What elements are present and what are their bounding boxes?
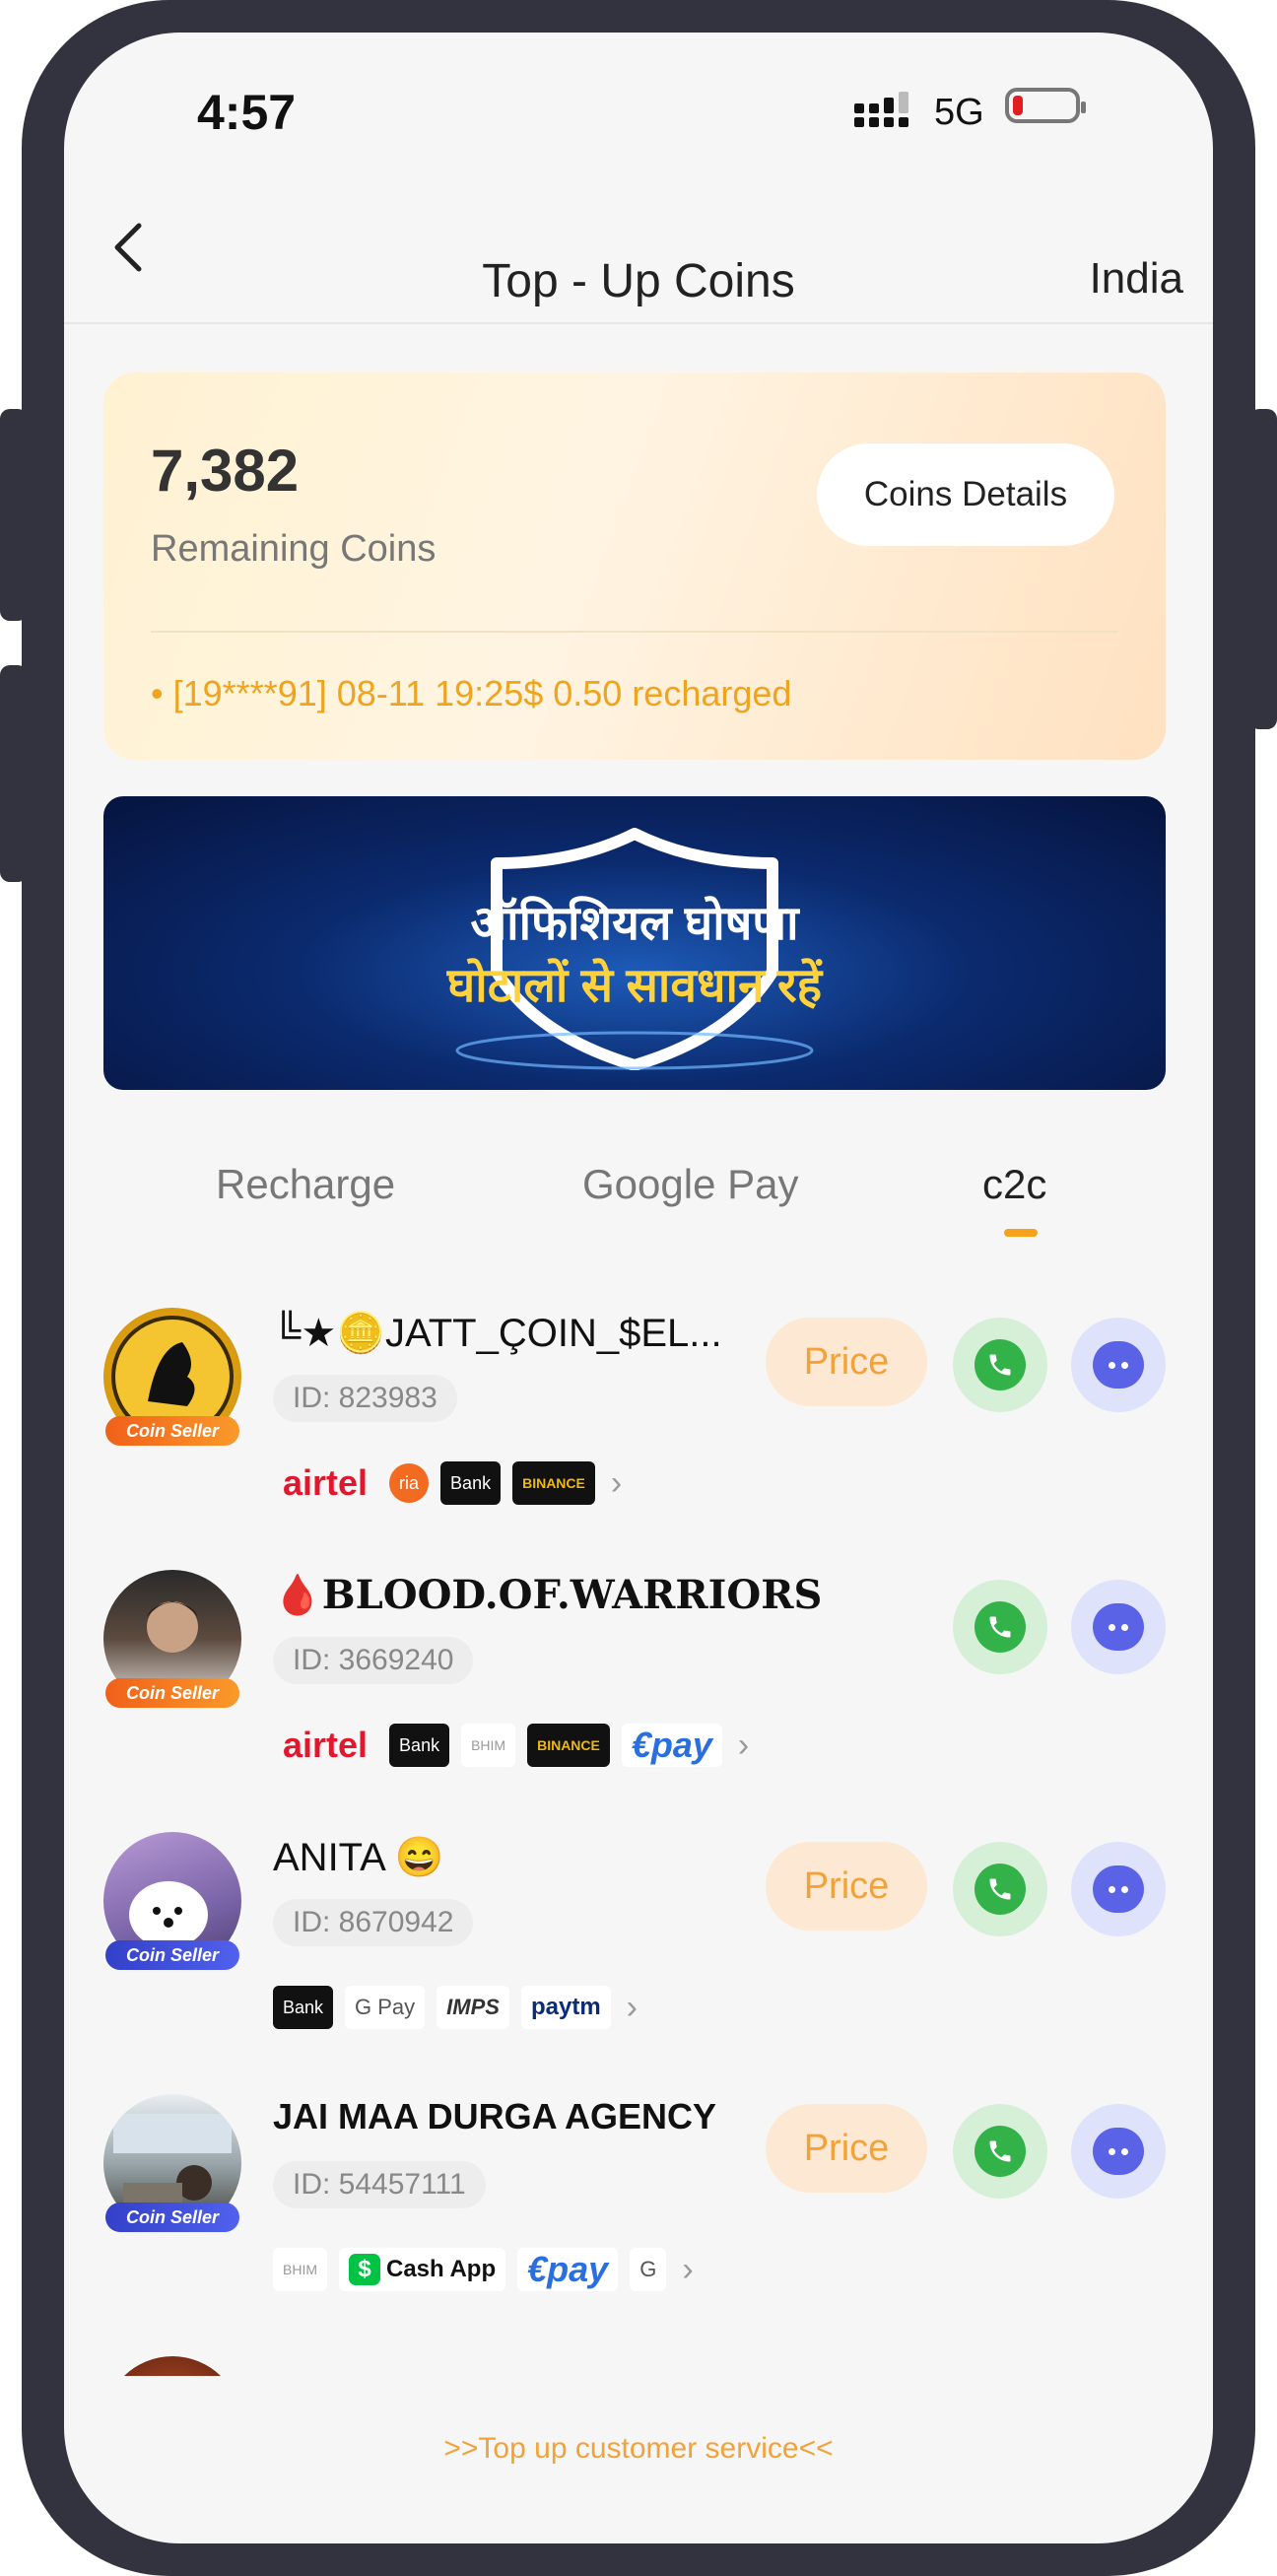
price-button[interactable]: Price — [766, 1842, 927, 1931]
payment-method: €pay — [517, 2248, 619, 2291]
payment-methods: airtel ria Bank BINANCE › — [273, 1457, 622, 1509]
payment-methods: BHIM $ Cash App €pay G › — [273, 2244, 694, 2295]
phone-icon — [975, 2126, 1026, 2177]
region-selector[interactable]: India — [1090, 254, 1183, 304]
remaining-coins-label: Remaining Coins — [151, 528, 437, 570]
seller-id: ID: 54457111 — [273, 2161, 486, 2208]
payment-method-label: Cash App — [386, 2256, 497, 2282]
payment-method: airtel — [283, 1462, 369, 1503]
seller-id: ID: 8670942 — [273, 1899, 474, 1946]
payment-method: BHIM — [273, 2248, 327, 2291]
chevron-right-icon[interactable]: › — [738, 1727, 749, 1765]
customer-service-link[interactable]: >>Top up customer service<< — [64, 2432, 1213, 2466]
seller-id: ID: 3669240 — [273, 1637, 474, 1684]
seller-name: 🩸BLOOD.OF.WARRIORS — [273, 1572, 823, 1618]
seller-card[interactable]: Coin Seller JAI MAA DURGA AGENCY ID: 544… — [64, 2094, 1213, 2356]
call-button[interactable] — [953, 1842, 1047, 1936]
phone-icon — [975, 1864, 1026, 1915]
phone-icon — [975, 1601, 1026, 1653]
recharge-notice: • [19****91] 08-11 19:25$ 0.50 recharged — [151, 673, 792, 713]
chevron-right-icon[interactable]: › — [611, 1464, 622, 1503]
coins-details-button[interactable]: Coins Details — [817, 443, 1114, 546]
chat-button[interactable] — [1071, 1842, 1166, 1936]
seller-name: JAI MAA DURGA AGENCY — [273, 2096, 717, 2136]
tab-recharge[interactable]: Recharge — [216, 1161, 395, 1208]
payment-method: $ Cash App — [339, 2248, 506, 2291]
battery-icon — [1005, 88, 1086, 123]
coin-seller-badge: Coin Seller — [105, 1940, 239, 1970]
price-button[interactable]: Price — [766, 1318, 927, 1406]
payment-method: G — [630, 2248, 667, 2291]
price-button[interactable]: Price — [766, 2104, 927, 2193]
payment-method: Bank — [273, 1986, 334, 2029]
signal-icon — [854, 92, 908, 127]
payment-method: airtel — [283, 1725, 369, 1765]
call-button[interactable] — [953, 1318, 1047, 1412]
call-button[interactable] — [953, 1580, 1047, 1674]
call-button[interactable] — [953, 2104, 1047, 2199]
tab-c2c[interactable]: c2c — [982, 1161, 1046, 1208]
page-title: Top - Up Coins — [482, 255, 795, 307]
chat-icon — [1093, 1865, 1144, 1913]
chat-icon — [1093, 2128, 1144, 2175]
scam-warning-banner[interactable]: ऑफिशियल घोषणा घोटालों से सावधान रहें — [103, 796, 1166, 1090]
header-divider — [64, 322, 1213, 324]
payment-methods: airtel Bank BHIM BINANCE €pay › — [273, 1720, 749, 1771]
seller-name: ╚★🪙JATT_ÇOIN_$EL... — [273, 1312, 722, 1355]
seller-id: ID: 823983 — [273, 1375, 457, 1422]
payment-method: BINANCE — [527, 1724, 610, 1767]
active-tab-indicator — [1004, 1229, 1038, 1237]
seller-card[interactable]: Coin Seller 🩸BLOOD.OF.WARRIORS ID: 36692… — [64, 1570, 1213, 1832]
coin-seller-badge: Coin Seller — [105, 1416, 239, 1446]
coin-seller-badge: Coin Seller — [105, 2203, 239, 2232]
payment-method: BINANCE — [512, 1461, 595, 1505]
card-divider — [151, 631, 1118, 633]
chat-button[interactable] — [1071, 1580, 1166, 1674]
payment-method: IMPS — [437, 1986, 509, 2029]
payment-method: paytm — [520, 1986, 611, 2029]
phone-icon — [975, 1339, 1026, 1390]
seller-name: ANITA 😄 — [273, 1836, 444, 1879]
network-type: 5G — [934, 92, 984, 133]
seller-card[interactable]: Coin Seller ╚★🪙JATT_ÇOIN_$EL... ID: 8239… — [64, 1308, 1213, 1570]
chat-icon — [1093, 1341, 1144, 1389]
payment-method: Bank — [389, 1724, 450, 1767]
status-time: 4:57 — [197, 85, 297, 140]
payment-methods: Bank G Pay IMPS paytm › — [273, 1982, 638, 2033]
payment-method: Bank — [440, 1461, 502, 1505]
chat-button[interactable] — [1071, 2104, 1166, 2199]
chat-icon — [1093, 1603, 1144, 1651]
tab-google-pay[interactable]: Google Pay — [582, 1161, 798, 1208]
payment-method: G Pay — [345, 1986, 426, 2029]
chevron-right-icon[interactable]: › — [627, 1989, 638, 2027]
dollar-icon: $ — [349, 2254, 380, 2285]
remaining-coins-value: 7,382 — [151, 438, 300, 504]
banner-subheading: घोटालों से सावधान रहें — [446, 960, 823, 1012]
chat-button[interactable] — [1071, 1318, 1166, 1412]
coins-card: 7,382 Remaining Coins Coins Details • [1… — [103, 373, 1166, 760]
next-seller-avatar-partial — [103, 2356, 241, 2376]
payment-method: €pay — [621, 1724, 722, 1767]
banner-heading: ऑफिशियल घोषणा — [470, 898, 799, 950]
payment-method: BHIM — [461, 1724, 516, 1767]
chevron-right-icon[interactable]: › — [682, 2251, 693, 2289]
payment-method: ria — [389, 1463, 430, 1503]
coin-seller-badge: Coin Seller — [105, 1678, 239, 1708]
seller-card[interactable]: Coin Seller ANITA 😄 ID: 8670942 Price Ba… — [64, 1832, 1213, 2094]
phone-screen: 4:57 5G Top - Up Coins India 7,382 Remai… — [64, 33, 1213, 2543]
